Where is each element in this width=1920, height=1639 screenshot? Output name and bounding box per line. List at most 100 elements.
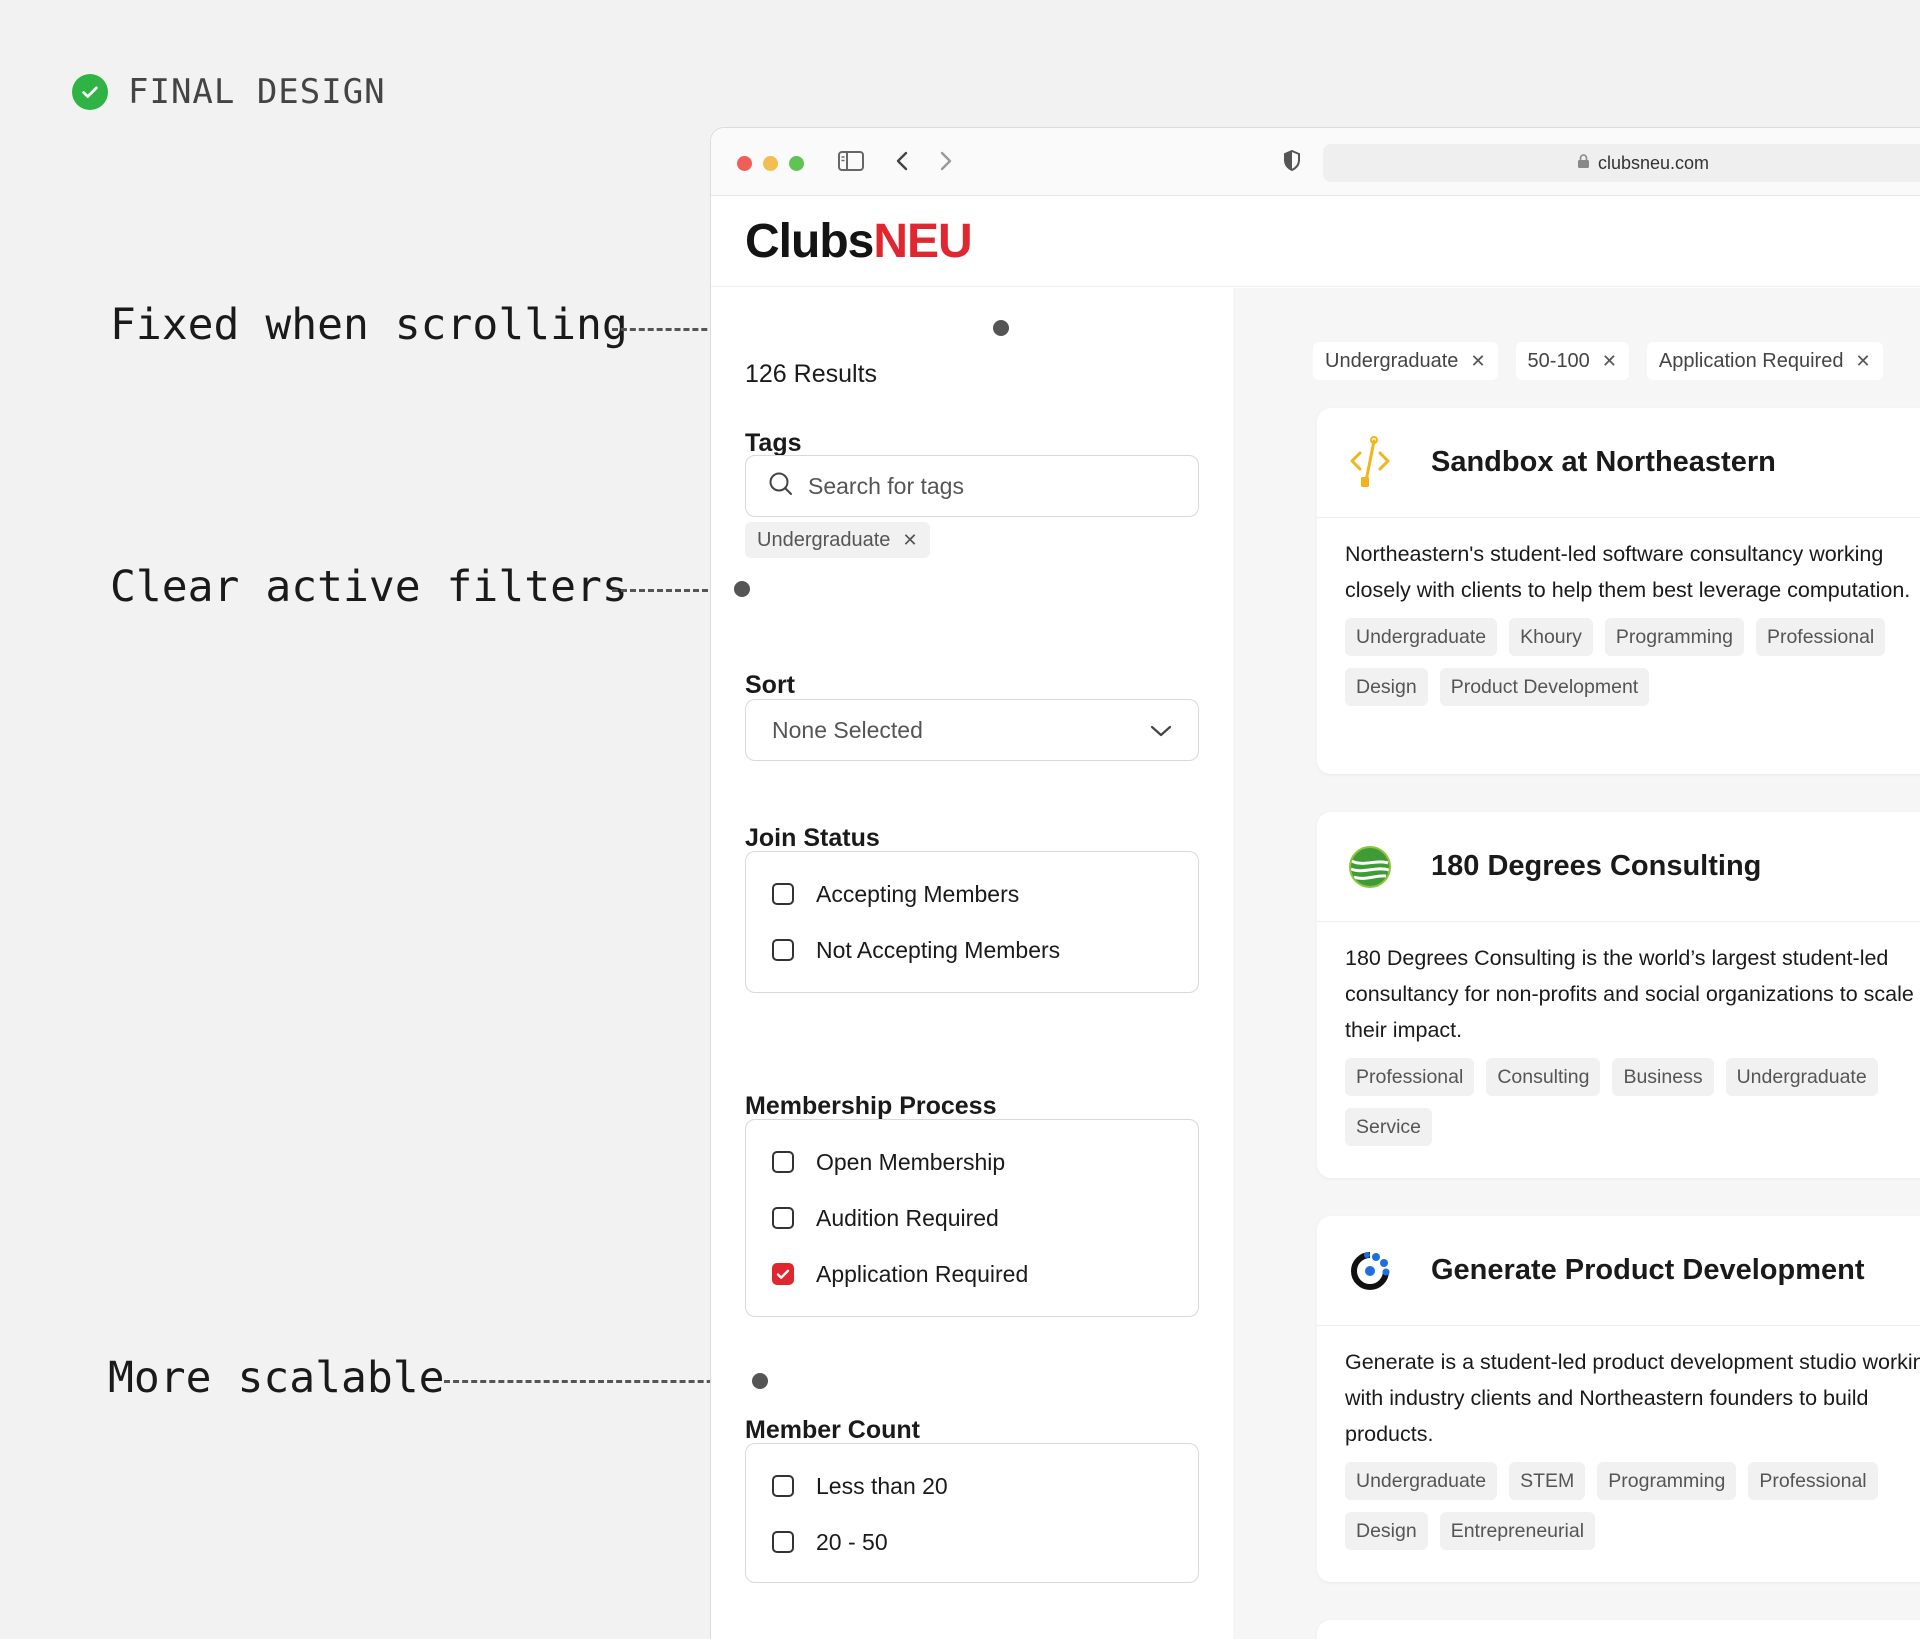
option-accepting[interactable]: Accepting Members [772, 866, 1172, 922]
option-label: Less than 20 [816, 1472, 948, 1499]
member-count-group: Less than 20 20 - 50 [745, 1443, 1199, 1583]
check-icon [72, 74, 108, 110]
remove-filter-icon[interactable]: ✕ [1470, 351, 1485, 372]
site-header: ClubsNEU [711, 196, 1920, 287]
address-bar[interactable]: clubsneu.com [1323, 144, 1920, 182]
checkbox[interactable] [772, 883, 794, 905]
tag[interactable]: Consulting [1486, 1058, 1601, 1096]
option-open-membership[interactable]: Open Membership [772, 1134, 1172, 1190]
filter-sidebar: 126 Results Tags Search for tags Undergr… [711, 288, 1233, 1639]
tag[interactable]: Professional [1755, 618, 1886, 656]
annotation-fixed: Fixed when scrolling [110, 300, 628, 350]
filter-chip-label: Undergraduate [1325, 349, 1459, 372]
tag[interactable]: Business [1612, 1058, 1714, 1096]
tag[interactable]: Undergraduate [1725, 1058, 1878, 1096]
join-status-title: Join Status [745, 824, 880, 852]
browser-titlebar: clubsneu.com [711, 128, 1920, 196]
tag[interactable]: Product Development [1439, 668, 1650, 706]
card-title: 180 Degrees Consulting [1431, 850, 1762, 882]
option-label: Application Required [816, 1260, 1029, 1287]
chevron-down-icon [1150, 717, 1172, 744]
180dc-logo-icon [1347, 839, 1393, 895]
results-count: 126 Results [745, 360, 878, 388]
club-card[interactable]: Generate Product Development Generate is… [1317, 1216, 1920, 1582]
annotation-scalable-dot [752, 1373, 768, 1389]
filter-chip[interactable]: Application Required ✕ [1646, 342, 1883, 380]
tag-search-input[interactable]: Search for tags [745, 455, 1199, 517]
filter-chip-label: 50-100 [1527, 349, 1590, 372]
option-20-50[interactable]: 20 - 50 [772, 1514, 1172, 1570]
active-filter-label: Undergraduate [757, 528, 891, 551]
tag[interactable]: Professional [1748, 1462, 1878, 1500]
checkbox[interactable] [772, 1207, 794, 1229]
sort-title: Sort [745, 671, 795, 699]
option-label: 20 - 50 [816, 1528, 888, 1555]
close-window-button[interactable] [737, 156, 752, 171]
card-header: Sandbox at Northeastern [1317, 408, 1920, 518]
sort-select[interactable]: None Selected [745, 699, 1199, 761]
back-icon[interactable] [891, 148, 915, 179]
annotation-clear-dot [734, 581, 750, 597]
checkbox[interactable] [772, 1151, 794, 1173]
sandbox-logo-icon [1347, 435, 1393, 491]
logo-clubs: Clubs [745, 215, 874, 268]
generate-logo-icon [1347, 1243, 1393, 1299]
tag[interactable]: Programming [1604, 618, 1744, 656]
card-title: Sandbox at Northeastern [1431, 446, 1776, 478]
option-label: Accepting Members [816, 880, 1020, 907]
annotation-scalable: More scalable [108, 1353, 445, 1403]
active-filter-chip[interactable]: Undergraduate ✕ [745, 522, 930, 558]
remove-filter-icon[interactable]: ✕ [1602, 351, 1617, 372]
search-icon [768, 471, 794, 502]
checkbox-checked[interactable] [772, 1263, 794, 1285]
option-less-than-20[interactable]: Less than 20 [772, 1458, 1172, 1514]
remove-filter-icon[interactable]: ✕ [1855, 351, 1870, 372]
active-filters-row: Undergraduate ✕ 50-100 ✕ Application Requi… [1313, 342, 1883, 380]
tag[interactable]: Undergraduate [1345, 1462, 1498, 1500]
filter-chip[interactable]: Undergraduate ✕ [1313, 342, 1498, 380]
tags-title: Tags [745, 429, 802, 457]
club-card[interactable]: 180 Degrees Consulting 180 Degrees Consu… [1317, 812, 1920, 1178]
tag[interactable]: Khoury [1509, 618, 1593, 656]
annotation-fixed-dot [993, 320, 1009, 336]
checkbox[interactable] [772, 939, 794, 961]
annotation-clear: Clear active filters [110, 562, 628, 612]
membership-group: Open Membership Audition Required Applic… [745, 1119, 1199, 1317]
tag[interactable]: Programming [1597, 1462, 1737, 1500]
checkbox[interactable] [772, 1531, 794, 1553]
card-header: Generate Product Development [1317, 1216, 1920, 1326]
results-panel: Undergraduate ✕ 50-100 ✕ Application Requi… [1233, 288, 1920, 1639]
url-text: clubsneu.com [1597, 152, 1710, 173]
tag[interactable]: Service [1345, 1108, 1433, 1146]
shield-icon[interactable] [1281, 148, 1303, 179]
forward-icon[interactable] [933, 148, 957, 179]
card-description: Northeastern's student-led software cons… [1345, 542, 1911, 602]
tag[interactable]: Entrepreneurial [1439, 1512, 1596, 1550]
tag[interactable]: Design [1345, 668, 1428, 706]
tag[interactable]: STEM [1509, 1462, 1586, 1500]
card-title: Generate Product Development [1431, 1254, 1865, 1286]
final-design-label: FINAL DESIGN [72, 72, 386, 112]
club-card-partial[interactable] [1317, 1620, 1920, 1639]
tag[interactable]: Undergraduate [1345, 618, 1498, 656]
checkbox[interactable] [772, 1475, 794, 1497]
final-design-title: FINAL DESIGN [128, 72, 386, 112]
option-application-required[interactable]: Application Required [772, 1246, 1172, 1302]
minimize-window-button[interactable] [763, 156, 778, 171]
option-audition-required[interactable]: Audition Required [772, 1190, 1172, 1246]
sort-value: None Selected [772, 716, 923, 743]
maximize-window-button[interactable] [789, 156, 804, 171]
tag[interactable]: Professional [1345, 1058, 1475, 1096]
browser-window: clubsneu.com ClubsNEU 126 Results Tags S… [710, 127, 1920, 1639]
filter-chip[interactable]: 50-100 ✕ [1515, 342, 1629, 380]
option-not-accepting[interactable]: Not Accepting Members [772, 922, 1172, 978]
sidebar-toggle-icon[interactable] [837, 148, 865, 179]
card-header: 180 Degrees Consulting [1317, 812, 1920, 922]
club-card[interactable]: Sandbox at Northeastern Northeastern's s… [1317, 408, 1920, 774]
tag[interactable]: Design [1345, 1512, 1428, 1550]
remove-filter-icon[interactable]: ✕ [902, 530, 917, 551]
site-logo[interactable]: ClubsNEU [745, 214, 973, 269]
logo-neu: NEU [873, 215, 972, 268]
lock-icon [1577, 153, 1590, 174]
option-label: Open Membership [816, 1148, 1006, 1175]
